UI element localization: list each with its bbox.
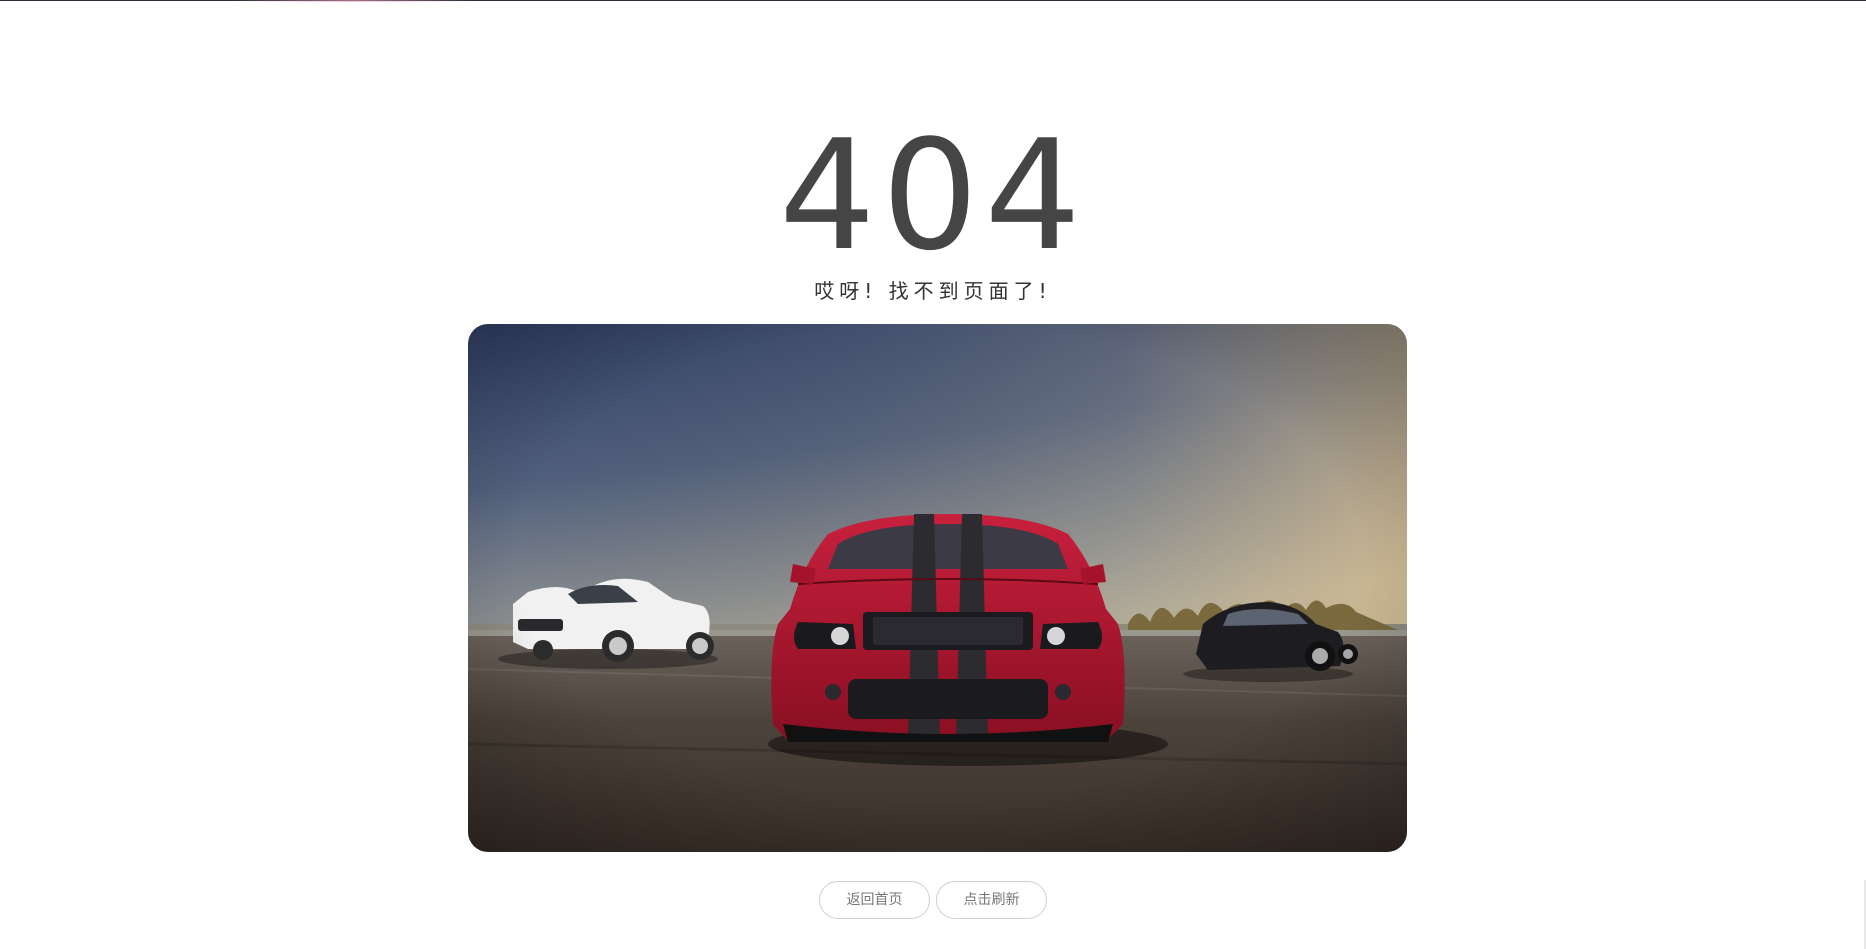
error-message: 哎呀! 找不到页面了! <box>814 279 1052 303</box>
error-code: 404 <box>778 107 1088 284</box>
action-buttons: 返回首页 点击刷新 <box>0 881 1866 919</box>
refresh-button[interactable]: 点击刷新 <box>936 881 1047 919</box>
hero-image <box>468 324 1407 852</box>
back-home-button[interactable]: 返回首页 <box>819 881 930 919</box>
loading-progress-bar <box>230 0 475 2</box>
cars-photo-icon <box>468 324 1407 852</box>
